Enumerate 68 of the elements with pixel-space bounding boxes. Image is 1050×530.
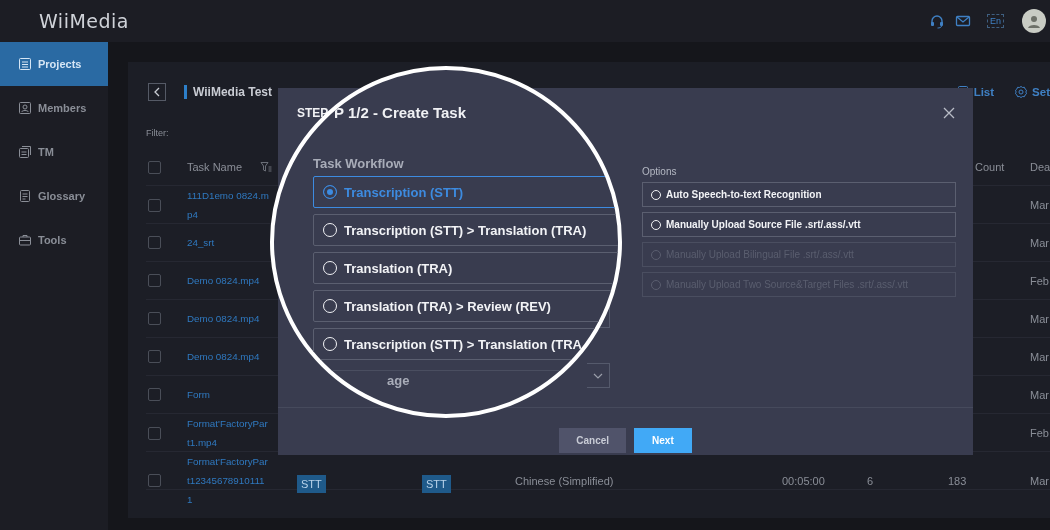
table-cell: Chinese (Simplified) [515, 474, 614, 487]
sidebar-item[interactable]: Projects [0, 42, 108, 86]
task-link[interactable]: Demo 0824.mp4 [187, 347, 269, 366]
table-cell: Feb [1030, 427, 1049, 439]
toolbar-link[interactable]: Set [1014, 85, 1050, 99]
task-link[interactable]: Format'FactoryPart1.mp4 [187, 414, 269, 452]
option-radio[interactable]: Auto Speech-to-text Recognition [642, 182, 956, 207]
chevron-down-icon[interactable] [593, 372, 603, 379]
next-button[interactable]: Next [634, 428, 692, 453]
table-cell: Mar [1030, 199, 1049, 211]
section-label: Task Workflow [313, 156, 405, 171]
task-link[interactable]: Form [187, 385, 269, 404]
table-cell: 183 [948, 474, 967, 487]
close-icon[interactable] [943, 107, 955, 119]
table-cell: 00:05:00 [782, 474, 825, 487]
checkbox[interactable] [148, 274, 161, 287]
task-link[interactable]: 24_srt [187, 233, 269, 252]
project-title: WiiMedia Test [193, 85, 272, 99]
checkbox[interactable] [148, 350, 161, 363]
column-header: Dea [1030, 161, 1050, 173]
stack-icon [18, 145, 32, 159]
table-cell: Mar [1030, 350, 1049, 363]
headset-icon[interactable] [929, 13, 945, 29]
task-link[interactable]: Format'FactoryPart123456789101111 [187, 452, 269, 509]
table-cell: 6 [867, 474, 874, 487]
checkbox[interactable] [148, 160, 161, 174]
checkbox[interactable] [148, 236, 161, 249]
title-accent [184, 85, 187, 99]
mail-icon[interactable] [955, 13, 971, 29]
back-button[interactable] [148, 83, 166, 101]
checkbox[interactable] [148, 198, 161, 212]
task-link[interactable]: 111D1emo 0824.mp4 [187, 186, 269, 224]
column-header: Count [975, 161, 1005, 173]
section-label: Options [642, 166, 678, 177]
list-icon [18, 57, 32, 71]
task-link[interactable]: Demo 0824.mp4 [187, 271, 269, 290]
task-tag: STT [297, 474, 326, 493]
table-cell: Mar [1030, 474, 1049, 487]
checkbox[interactable] [148, 474, 161, 487]
workflow-radio[interactable]: Translation (TRA) [313, 252, 618, 284]
chevron-left-icon [153, 87, 161, 97]
task-link[interactable]: Demo 0824.mp4 [187, 309, 269, 328]
filter-icon[interactable] [260, 161, 273, 173]
sidebar-item[interactable]: TM [0, 130, 108, 174]
option-radio[interactable]: Manually Upload Source File .srt/.ass/.vtt [642, 212, 956, 237]
cancel-button[interactable]: Cancel [559, 428, 627, 453]
workflow-radio[interactable]: Transcription (STT) > Translation (TRA) [313, 214, 618, 246]
avatar-icon[interactable] [1022, 9, 1046, 33]
table-cell: Mar [1030, 312, 1049, 325]
briefcase-icon [18, 233, 32, 247]
language-button[interactable]: En [987, 14, 1004, 28]
checkbox[interactable] [148, 388, 161, 401]
person-icon [18, 101, 32, 115]
table-cell: Mar [1030, 388, 1049, 401]
table-cell: Feb [1030, 274, 1049, 287]
filter-label: Filter: [146, 128, 170, 140]
app-logo: WiiMedia [39, 10, 129, 32]
sidebar-item[interactable]: Tools [0, 218, 108, 262]
sidebar-item[interactable]: Members [0, 86, 108, 130]
checkbox[interactable] [148, 312, 161, 325]
column-header: Task Name [187, 161, 243, 173]
settings-icon [1014, 85, 1029, 99]
table-cell: Mar [1030, 236, 1049, 249]
task-tag: STT [422, 474, 451, 493]
dialog-title: STEP [297, 106, 329, 120]
section-label: age [387, 373, 410, 388]
sidebar-item[interactable]: Glossary [0, 174, 108, 218]
checkbox[interactable] [148, 426, 161, 440]
